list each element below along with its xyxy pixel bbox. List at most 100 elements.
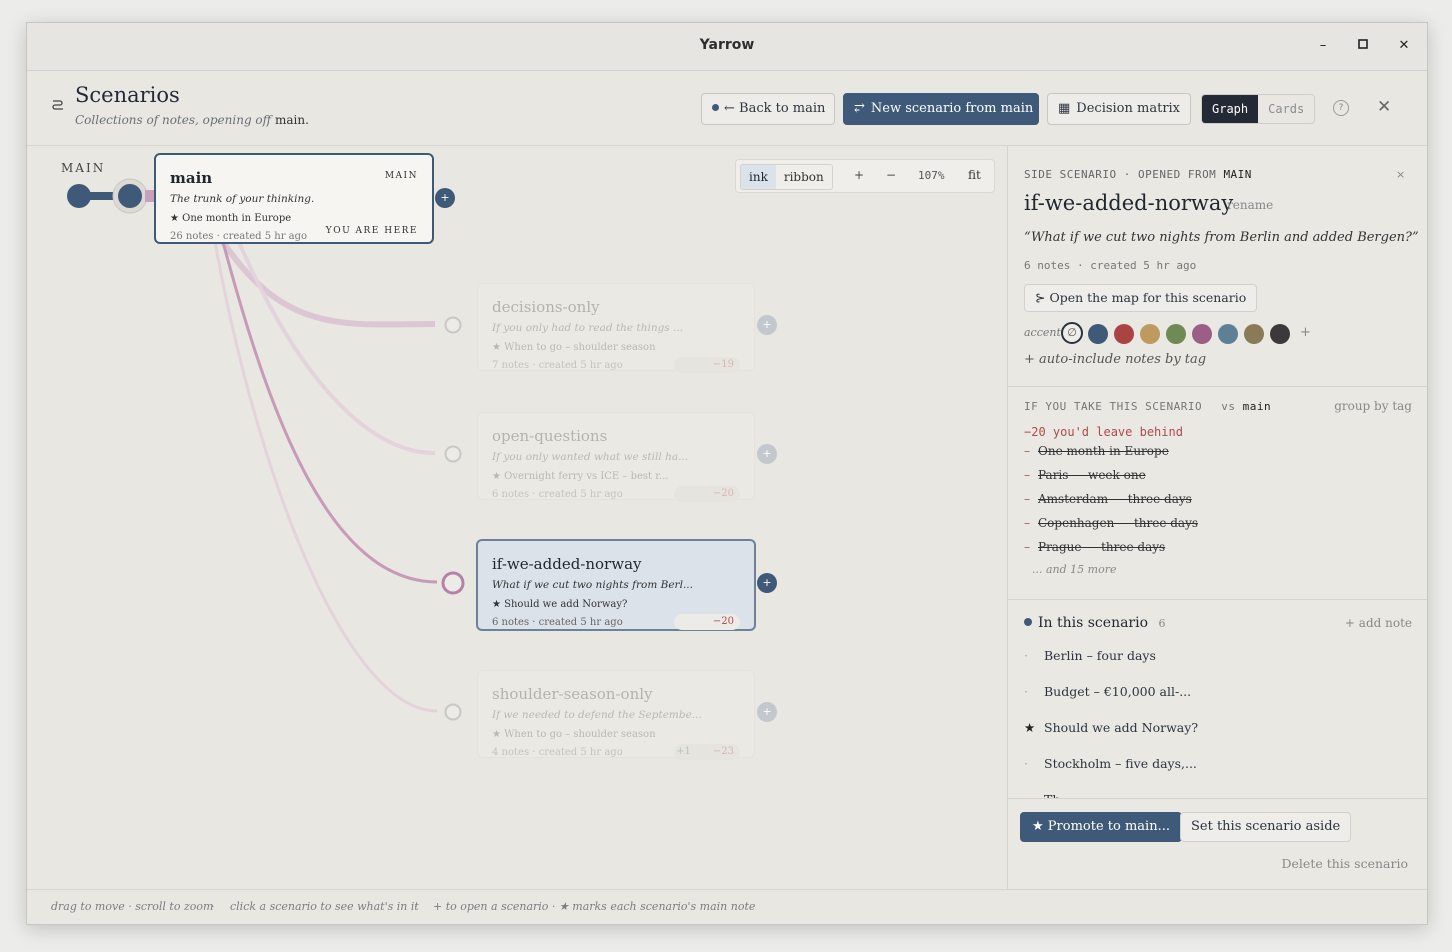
left-behind-text: Prague — three days	[1038, 540, 1166, 554]
view-graph-tab[interactable]: Graph	[1202, 95, 1259, 123]
you-are-here-label: YOU ARE HERE	[325, 226, 418, 236]
decision-matrix-button[interactable]: ▦ Decision matrix	[1047, 93, 1191, 125]
card-meta: 6 notes · created 5 hr ago	[492, 489, 623, 500]
card-meta: 6 notes · created 5 hr ago	[492, 617, 623, 628]
scenario-note-item[interactable]: · Stockholm – five days,...	[1024, 756, 1197, 771]
main-scenario-card[interactable]: main MAIN The trunk of your thinking. ★ …	[154, 153, 434, 244]
group-by-tag-toggle[interactable]: group by tag	[1334, 399, 1412, 413]
open-scenario-plus-button[interactable]: +	[757, 315, 777, 335]
and-more-link[interactable]: ... and 15 more	[1032, 563, 1116, 576]
subtitle-branch: main.	[275, 113, 309, 127]
accent-swatch[interactable]	[1140, 324, 1160, 344]
accent-swatch[interactable]	[1088, 324, 1108, 344]
card-name: if-we-added-norway	[492, 555, 642, 573]
accent-none-swatch[interactable]: ∅	[1061, 322, 1083, 344]
open-scenario-plus-button[interactable]: +	[757, 444, 777, 464]
left-behind-text: Copenhagen — three days	[1038, 516, 1199, 530]
add-accent-button[interactable]: +	[1300, 325, 1311, 340]
scenario-graph-canvas[interactable]: MAIN main MAIN The trunk of your thinkin…	[27, 146, 1007, 889]
open-scenario-plus-button[interactable]: +	[757, 702, 777, 722]
bullet-icon: ·	[1024, 684, 1028, 699]
left-behind-item[interactable]: – Prague — three days	[1024, 540, 1165, 554]
scenario-detail-panel: SIDE SCENARIO · OPENED FROM MAIN × if-we…	[1007, 146, 1427, 889]
left-behind-item[interactable]: – Paris — week one	[1024, 468, 1146, 482]
left-behind-item[interactable]: – Amsterdam — three days	[1024, 492, 1192, 506]
left-behind-item[interactable]: – Copenhagen — three days	[1024, 516, 1198, 530]
note-title: Berlin – four days	[1044, 648, 1156, 663]
auto-include-link[interactable]: + auto-include notes by tag	[1024, 352, 1206, 367]
compare-title: IF YOU TAKE THIS SCENARIO vs main	[1024, 400, 1271, 413]
added-count: +1	[676, 746, 691, 757]
accent-swatch[interactable]	[1192, 324, 1212, 344]
ink-toggle[interactable]: ink	[741, 165, 776, 189]
kicker-text: SIDE SCENARIO · OPENED FROM	[1024, 168, 1217, 181]
delete-scenario-link[interactable]: Delete this scenario	[1282, 856, 1408, 871]
fit-button[interactable]: fit	[968, 168, 981, 182]
divider	[1008, 798, 1427, 799]
status-hint-move: drag to move · scroll to zoom	[51, 900, 214, 913]
maximize-button[interactable]	[1352, 35, 1374, 57]
left-behind-text: One month in Europe	[1038, 444, 1169, 458]
compare-title-text: IF YOU TAKE THIS SCENARIO	[1024, 400, 1203, 413]
panel-close-button[interactable]: ×	[1396, 168, 1405, 181]
zoom-toolbar: ink ribbon + − 107% fit	[735, 159, 995, 193]
promote-to-main-button[interactable]: ★ Promote to main...	[1020, 812, 1182, 842]
main-lane-label: MAIN	[61, 161, 106, 175]
back-to-main-button[interactable]: ← Back to main	[701, 93, 835, 125]
scenario-note-item[interactable]: · Budget – €10,000 all-...	[1024, 684, 1191, 699]
status-separator: ·	[414, 900, 418, 913]
accent-swatch[interactable]	[1244, 324, 1264, 344]
scenario-card-if-we-added-norway[interactable]: if-we-added-norway What if we cut two ni…	[476, 539, 756, 631]
rename-button[interactable]: rename	[1227, 198, 1273, 212]
zoom-in-button[interactable]: +	[854, 168, 864, 182]
new-scenario-button[interactable]: ⥂ New scenario from main	[843, 93, 1039, 125]
card-main-note: ★ Overnight ferry vs ICE – best r...	[492, 471, 669, 482]
in-scenario-count: 6	[1158, 617, 1166, 630]
window-close-button[interactable]: ✕	[1393, 35, 1415, 57]
note-title: Should we add Norway?	[1044, 720, 1199, 735]
app-window: Yarrow – ✕ Scenarios Collections of note…	[26, 22, 1428, 925]
open-scenario-plus-button[interactable]: +	[435, 188, 455, 208]
minimize-button[interactable]: –	[1312, 35, 1334, 57]
scenario-card-shoulder-season-only[interactable]: shoulder-season-only If we needed to def…	[477, 670, 755, 760]
card-question: If we needed to defend the Septembe...	[492, 709, 702, 721]
graph-edges	[67, 178, 465, 721]
page-title: Scenarios	[75, 83, 180, 107]
scenario-card-decisions-only[interactable]: decisions-only If you only had to read t…	[477, 283, 755, 373]
accent-swatch[interactable]	[1270, 324, 1290, 344]
card-main-note: ★ Should we add Norway?	[492, 599, 628, 610]
card-name: shoulder-season-only	[492, 685, 653, 703]
kicker-branch: MAIN	[1223, 168, 1252, 181]
delta-badge: −20	[674, 486, 740, 502]
scenario-note-item[interactable]: ★ Should we add Norway?	[1024, 720, 1198, 735]
set-aside-button[interactable]: Set this scenario aside	[1180, 812, 1352, 842]
removed-mark: –	[1024, 540, 1030, 554]
view-cards-tab[interactable]: Cards	[1258, 95, 1314, 123]
title-bar: Yarrow – ✕	[27, 23, 1427, 71]
delta-badge: +1 −23	[674, 744, 740, 760]
map-icon: ⊱	[1035, 290, 1046, 305]
card-main-note: ★ When to go – shoulder season	[492, 342, 656, 353]
removed-mark: –	[1024, 444, 1030, 458]
left-behind-item[interactable]: – One month in Europe	[1024, 444, 1169, 458]
open-map-button[interactable]: ⊱ Open the map for this scenario	[1024, 284, 1258, 312]
help-icon[interactable]: ?	[1333, 100, 1349, 116]
edge-style-toggle: ink ribbon	[740, 164, 833, 190]
scenario-name: if-we-added-norway	[1024, 191, 1234, 215]
accent-swatch[interactable]	[1114, 324, 1134, 344]
ribbon-toggle[interactable]: ribbon	[776, 165, 832, 189]
close-scenarios-button[interactable]: ✕	[1377, 97, 1391, 117]
left-behind-text: Paris — week one	[1038, 468, 1146, 482]
panel-kicker: SIDE SCENARIO · OPENED FROM MAIN	[1024, 168, 1252, 181]
scenario-note-item[interactable]: · Berlin – four days	[1024, 648, 1156, 663]
card-main-note: ★ One month in Europe	[170, 213, 292, 224]
zoom-out-button[interactable]: −	[886, 168, 896, 182]
bullet-icon: ·	[1024, 648, 1028, 663]
accent-swatch[interactable]	[1166, 324, 1186, 344]
in-scenario-title: In this scenario 6	[1024, 615, 1165, 631]
add-note-button[interactable]: + add note	[1345, 616, 1412, 630]
open-scenario-plus-button[interactable]: +	[757, 573, 777, 593]
scenario-card-open-questions[interactable]: open-questions If you only wanted what w…	[477, 412, 755, 502]
star-icon: ★	[1024, 720, 1036, 735]
accent-swatch[interactable]	[1218, 324, 1238, 344]
